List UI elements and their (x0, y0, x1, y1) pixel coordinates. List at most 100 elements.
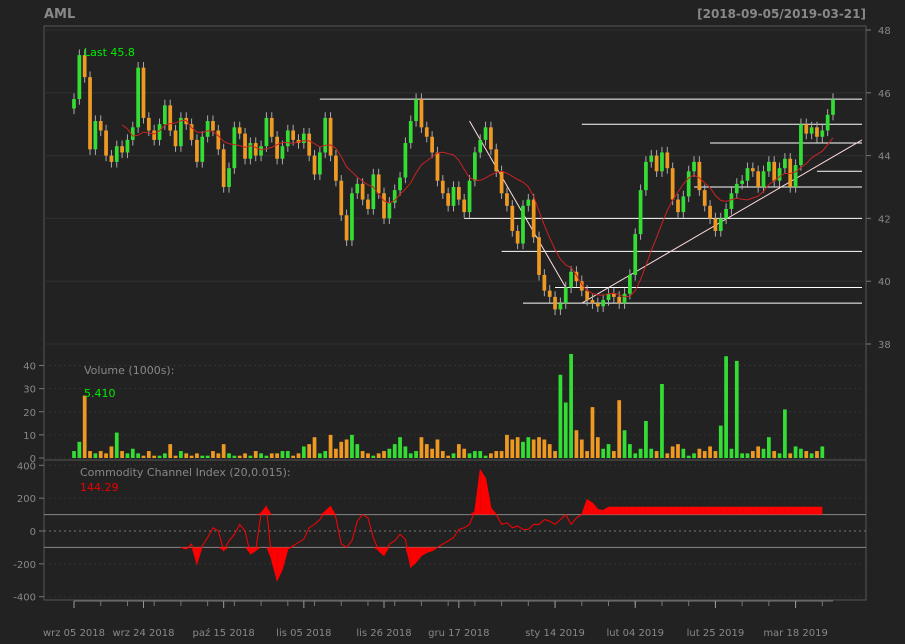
cci-tick-label: 400 (17, 461, 36, 472)
volume-bar (499, 451, 504, 458)
candle-body (831, 99, 835, 115)
volume-bar (350, 434, 354, 458)
candle-body (494, 149, 499, 172)
trend-lines (319, 98, 863, 304)
x-tick-label: lut 25 2019 (687, 628, 745, 639)
volume-bar (563, 402, 568, 458)
volume-bar (253, 451, 258, 458)
candle-body (772, 161, 777, 181)
volume-bar (93, 453, 98, 458)
candle-body (537, 237, 541, 275)
volume-bar (473, 451, 477, 458)
candle-body (350, 193, 354, 241)
cci-extreme-fill (726, 507, 732, 515)
candle-body (809, 127, 814, 134)
volume-bar (301, 446, 306, 458)
volume-bar (697, 448, 702, 458)
volume-panel-frame (43, 343, 867, 461)
candle-body (756, 171, 761, 187)
price-tick-label: 38 (878, 340, 891, 351)
candle-body (173, 130, 178, 147)
volume-bar (387, 448, 392, 458)
price-tick-label: 40 (878, 277, 891, 288)
candle-body (585, 290, 589, 301)
candle-body (243, 133, 247, 159)
volume-bar (414, 451, 418, 458)
candle-body (793, 165, 798, 187)
volume-bar (553, 451, 557, 458)
candle-body (606, 293, 611, 301)
cci-extreme-fill (672, 507, 678, 515)
volume-bar (590, 407, 595, 458)
volume-bar (451, 453, 456, 458)
volume-bar (419, 437, 424, 458)
cci-tick-label: 0 (30, 527, 36, 538)
candle-body (280, 146, 285, 159)
volume-bar (334, 448, 338, 458)
cci-extreme-fill (629, 507, 636, 515)
volume-bar (344, 439, 349, 458)
cci-tick-label: -200 (13, 560, 36, 571)
cci-tick-label: -400 (13, 593, 36, 604)
candle-body (403, 143, 408, 178)
volume-bar (232, 455, 237, 458)
volume-bar (366, 453, 370, 458)
volume-bar (141, 455, 146, 458)
volume-label: Volume (1000s): (84, 364, 174, 377)
cci-extreme-fill (255, 512, 262, 515)
volume-bar (408, 453, 413, 458)
candle-body (109, 155, 114, 162)
volume-bar (622, 430, 627, 458)
cci-extreme-fill (752, 507, 759, 515)
volume-bar (307, 444, 312, 458)
volume-bar (489, 453, 493, 458)
volume-tick-label: 40 (23, 362, 36, 373)
volume-bar (184, 453, 189, 458)
candle-body (211, 121, 215, 131)
candle-body (825, 114, 830, 131)
candle-body (467, 180, 472, 213)
volume-bar (467, 453, 472, 458)
candle-body (125, 139, 130, 153)
volume-bar (729, 448, 734, 458)
x-tick-label: wrz 24 2018 (112, 628, 174, 639)
candle-body (740, 180, 745, 184)
cci-extreme-fill (416, 547, 422, 563)
volume-bar (569, 353, 573, 458)
candle-body (114, 146, 119, 162)
volume-bar (237, 455, 242, 458)
candle-body (665, 152, 670, 169)
x-tick-label: lis 26 2018 (356, 628, 411, 639)
volume-bar (189, 455, 194, 458)
candle-body (660, 152, 664, 172)
volume-bar (130, 448, 135, 458)
volume-last-value: 5.410 (84, 387, 116, 400)
volume-bar (494, 451, 499, 458)
volume-bar (708, 446, 712, 458)
candle-body (713, 218, 718, 231)
x-tick-label: wrz 05 2018 (43, 628, 105, 639)
volume-bar (617, 400, 622, 458)
x-tick-label: sty 14 2019 (525, 628, 585, 639)
candle-body (515, 230, 520, 244)
volume-bar (804, 451, 809, 458)
volume-bar (761, 448, 766, 458)
volume-tick-label: 30 (23, 385, 36, 396)
candles (72, 49, 835, 316)
volume-bar (120, 451, 124, 458)
chart: AML [2018-09-05/2019-03-21] 38 40 42 44 46 48… (13, 7, 891, 639)
candle-body (451, 187, 456, 206)
cci-extreme-fill (635, 507, 641, 515)
cci-extreme-fill (779, 507, 785, 515)
volume-bar (628, 444, 632, 458)
candle-body (307, 133, 312, 156)
cci-extreme-fill (694, 507, 700, 515)
volume-bar (788, 453, 793, 458)
candle-body (526, 199, 531, 206)
cci-extreme-fill (645, 507, 652, 515)
cci-extreme-fill (656, 507, 662, 515)
candle-body (237, 127, 242, 134)
candle-body (334, 155, 338, 181)
candle-body (285, 130, 290, 147)
volume-bars (72, 353, 825, 458)
